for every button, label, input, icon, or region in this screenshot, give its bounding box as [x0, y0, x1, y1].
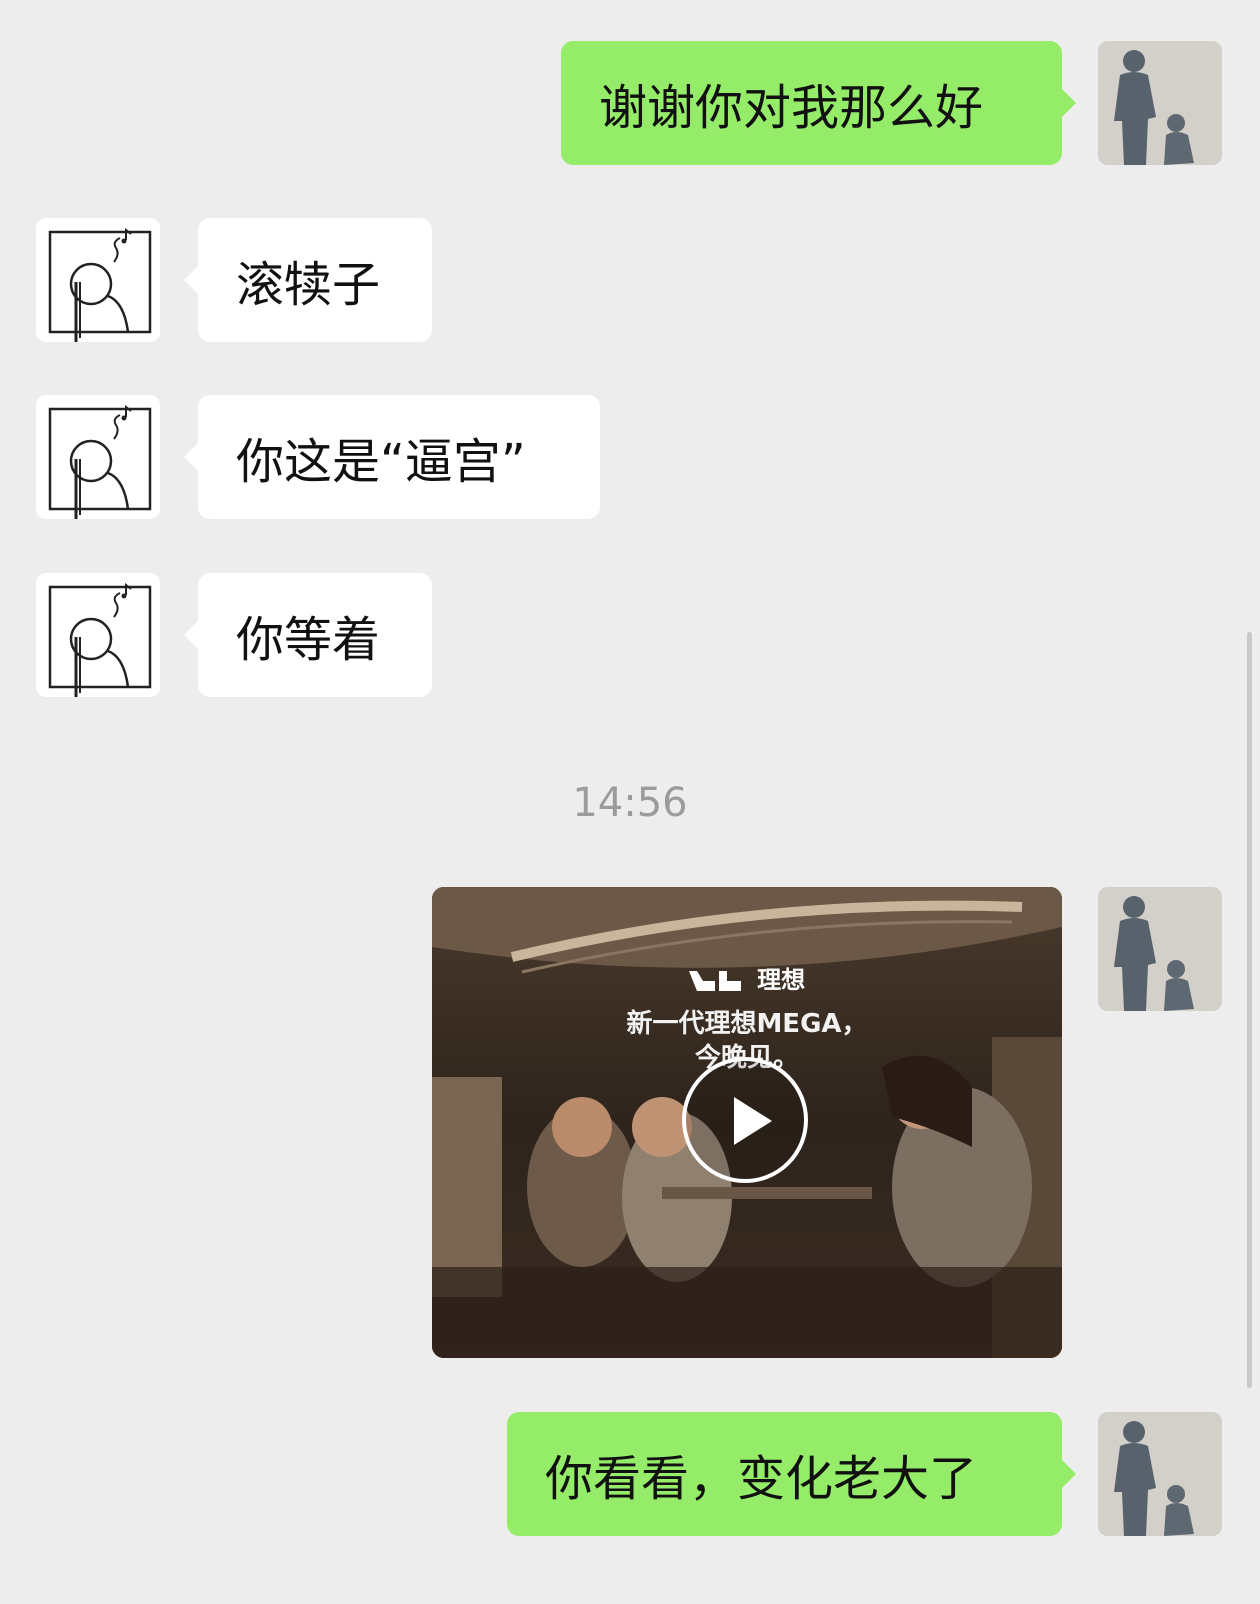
video-brand: 理想 — [432, 960, 1062, 995]
message-bubble-outgoing[interactable]: 谢谢你对我那么好 — [561, 41, 1076, 165]
contact-avatar[interactable] — [36, 218, 160, 342]
contact-avatar[interactable] — [36, 395, 160, 519]
shadow-avatar-icon — [1098, 887, 1222, 1011]
message-text: 你等着 — [236, 612, 381, 668]
message-text: 滚犊子 — [236, 257, 381, 313]
my-avatar[interactable] — [1098, 887, 1222, 1011]
message-text: 你这是“逼宫” — [236, 434, 526, 490]
scrollbar[interactable] — [1247, 632, 1252, 1388]
video-message[interactable]: 理想 新一代理想MEGA， 今晚见。 — [432, 887, 1062, 1358]
doodle-avatar-icon — [36, 218, 160, 342]
shadow-avatar-icon — [1098, 41, 1222, 165]
video-brand-text: 理想 — [757, 966, 806, 994]
message-text: 你看看，变化老大了 — [545, 1451, 978, 1507]
message-bubble-incoming[interactable]: 滚犊子 — [184, 218, 432, 342]
message-timestamp: 14:56 — [572, 780, 688, 826]
my-avatar[interactable] — [1098, 1412, 1222, 1536]
video-headline-line1: 新一代理想MEGA， — [626, 1009, 868, 1039]
message-text: 谢谢你对我那么好 — [599, 80, 984, 136]
doodle-avatar-icon — [36, 573, 160, 697]
li-auto-logo-icon — [688, 971, 741, 991]
my-avatar[interactable] — [1098, 41, 1222, 165]
contact-avatar[interactable] — [36, 573, 160, 697]
message-bubble-outgoing[interactable]: 你看看，变化老大了 — [507, 1412, 1076, 1536]
play-button-icon[interactable] — [682, 1057, 808, 1183]
message-bubble-incoming[interactable]: 你这是“逼宫” — [184, 395, 600, 519]
shadow-avatar-icon — [1098, 1412, 1222, 1536]
message-bubble-incoming[interactable]: 你等着 — [184, 573, 432, 697]
doodle-avatar-icon — [36, 395, 160, 519]
